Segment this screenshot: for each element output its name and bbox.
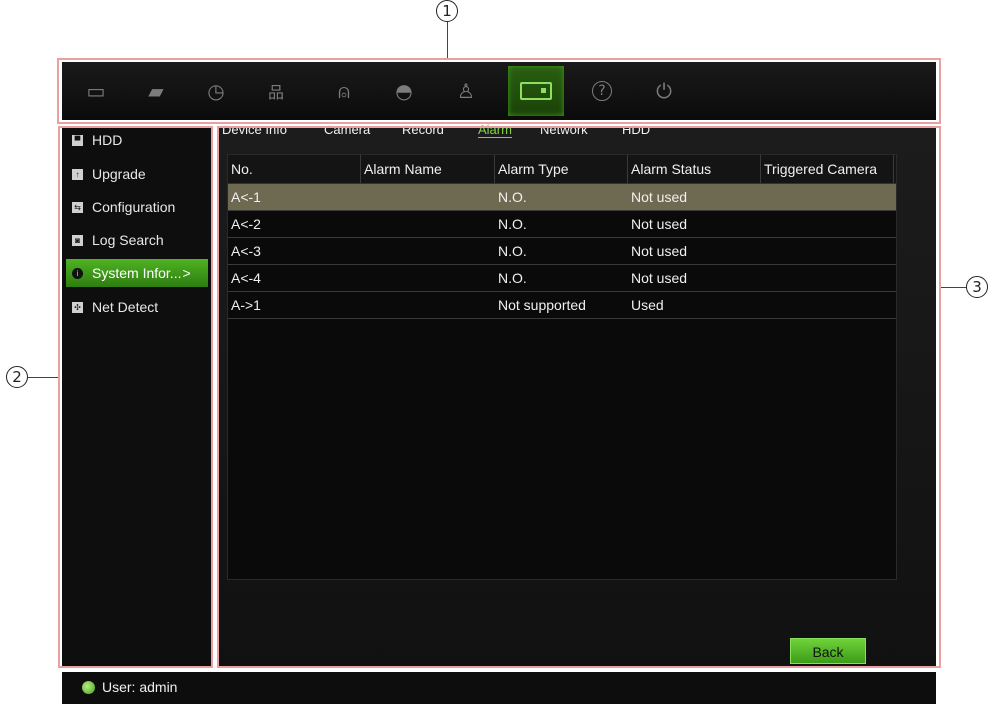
cell-alarm-type: N.O. bbox=[498, 216, 527, 232]
cell-alarm-name bbox=[361, 184, 364, 210]
help-icon-glyph: ? bbox=[592, 81, 612, 101]
cell-alarm-type: Not supported bbox=[498, 297, 586, 313]
column-header-no[interactable]: No. bbox=[228, 155, 361, 183]
power-icon[interactable]: ⏻ bbox=[644, 72, 684, 110]
help-icon[interactable]: ? bbox=[582, 72, 622, 110]
cell-no: A<-2 bbox=[231, 216, 261, 232]
sidebar-item-hdd[interactable]: ▀ HDD bbox=[66, 126, 208, 154]
tab-network[interactable]: Network bbox=[540, 122, 588, 137]
network-icon[interactable]: 品 bbox=[256, 72, 296, 110]
monitor-icon[interactable]: ▭ bbox=[76, 72, 116, 110]
configuration-icon: ⇆ bbox=[72, 201, 83, 213]
net-detect-icon: ✣ bbox=[72, 301, 83, 313]
cell-triggered-camera bbox=[761, 265, 764, 291]
callout-3: 3 bbox=[966, 276, 988, 298]
main-panel: Device Info Camera Record Alarm Network … bbox=[218, 122, 936, 668]
cell-triggered-camera bbox=[761, 211, 764, 237]
tab-device-info[interactable]: Device Info bbox=[222, 122, 287, 137]
hdd-icon[interactable] bbox=[508, 66, 564, 116]
clock-icon[interactable]: ◷ bbox=[196, 72, 236, 110]
submenu-arrow-icon: > bbox=[182, 265, 191, 281]
sidebar-item-configuration[interactable]: ⇆ Configuration bbox=[66, 193, 208, 221]
callout-2-leader bbox=[28, 377, 58, 378]
alarm-table: No. Alarm Name Alarm Type Alarm Status T… bbox=[227, 154, 897, 580]
info-icon: i bbox=[72, 267, 83, 279]
tab-alarm[interactable]: Alarm bbox=[478, 122, 512, 138]
dome-camera-icon[interactable]: ◓ bbox=[384, 72, 424, 110]
column-header-alarm-type[interactable]: Alarm Type bbox=[495, 155, 628, 183]
callout-3-leader bbox=[940, 287, 966, 288]
tab-record[interactable]: Record bbox=[402, 122, 444, 137]
sidebar-item-system-info[interactable]: i System Infor... > bbox=[66, 259, 208, 287]
cell-alarm-status: Not used bbox=[631, 243, 688, 259]
table-row[interactable]: A->1 Not supported Used bbox=[228, 292, 896, 319]
cell-alarm-type: N.O. bbox=[498, 270, 527, 286]
bell-icon[interactable]: ⍝ bbox=[324, 72, 364, 110]
cell-triggered-camera bbox=[761, 184, 764, 210]
upgrade-icon: ↑ bbox=[72, 168, 83, 180]
table-row[interactable]: A<-2 N.O. Not used bbox=[228, 211, 896, 238]
cell-alarm-status: Used bbox=[631, 297, 664, 313]
cell-no: A->1 bbox=[231, 297, 261, 313]
sidebar-item-net-detect[interactable]: ✣ Net Detect bbox=[66, 293, 208, 321]
cell-alarm-type: N.O. bbox=[498, 189, 527, 205]
tab-camera[interactable]: Camera bbox=[324, 122, 370, 137]
sidebar: ▀ HDD ↑ Upgrade ⇆ Configuration ◙ Log Se… bbox=[62, 126, 212, 668]
user-icon[interactable]: ♙ bbox=[446, 72, 486, 110]
camera-icon[interactable]: ▰ bbox=[136, 72, 176, 110]
status-bar: User: admin bbox=[62, 672, 936, 704]
cell-no: A<-3 bbox=[231, 243, 261, 259]
table-row[interactable]: A<-3 N.O. Not used bbox=[228, 238, 896, 265]
sidebar-item-label: Configuration bbox=[92, 199, 176, 215]
sidebar-item-upgrade[interactable]: ↑ Upgrade bbox=[66, 160, 208, 188]
sidebar-item-label: Net Detect bbox=[92, 299, 159, 315]
cell-alarm-name bbox=[361, 211, 364, 237]
callout-1-leader bbox=[447, 22, 448, 60]
sidebar-item-log-search[interactable]: ◙ Log Search bbox=[66, 226, 208, 254]
cell-alarm-name bbox=[361, 265, 364, 291]
tab-hdd[interactable]: HDD bbox=[622, 122, 650, 137]
cell-no: A<-4 bbox=[231, 270, 261, 286]
table-header: No. Alarm Name Alarm Type Alarm Status T… bbox=[228, 155, 896, 184]
hdd-icon: ▀ bbox=[72, 134, 83, 146]
callout-2: 2 bbox=[6, 366, 28, 388]
sidebar-item-label: HDD bbox=[92, 132, 123, 148]
cell-alarm-status: Not used bbox=[631, 216, 688, 232]
cell-alarm-status: Not used bbox=[631, 189, 688, 205]
column-header-alarm-status[interactable]: Alarm Status bbox=[628, 155, 761, 183]
table-row[interactable]: A<-4 N.O. Not used bbox=[228, 265, 896, 292]
cell-triggered-camera bbox=[761, 238, 764, 264]
sidebar-item-label: System Infor... bbox=[92, 265, 182, 281]
hdd-icon-shape bbox=[520, 82, 552, 100]
callout-1: 1 bbox=[436, 0, 458, 22]
status-user-text: User: admin bbox=[102, 679, 178, 695]
cell-triggered-camera bbox=[761, 292, 764, 318]
main-toolbar: ▭ ▰ ◷ 品 ⍝ ◓ ♙ ? ⏻ bbox=[62, 62, 936, 120]
sidebar-item-label: Log Search bbox=[92, 232, 164, 248]
log-search-icon: ◙ bbox=[72, 234, 83, 246]
column-header-triggered-camera[interactable]: Triggered Camera bbox=[761, 155, 894, 183]
back-button[interactable]: Back bbox=[790, 638, 866, 664]
table-row[interactable]: A<-1 N.O. Not used bbox=[228, 184, 896, 211]
user-status-icon bbox=[82, 681, 95, 694]
cell-alarm-status: Not used bbox=[631, 270, 688, 286]
cell-alarm-type: N.O. bbox=[498, 243, 527, 259]
cell-alarm-name bbox=[361, 238, 364, 264]
cell-alarm-name bbox=[361, 292, 364, 318]
sidebar-item-label: Upgrade bbox=[92, 166, 146, 182]
column-header-alarm-name[interactable]: Alarm Name bbox=[361, 155, 495, 183]
cell-no: A<-1 bbox=[231, 189, 261, 205]
